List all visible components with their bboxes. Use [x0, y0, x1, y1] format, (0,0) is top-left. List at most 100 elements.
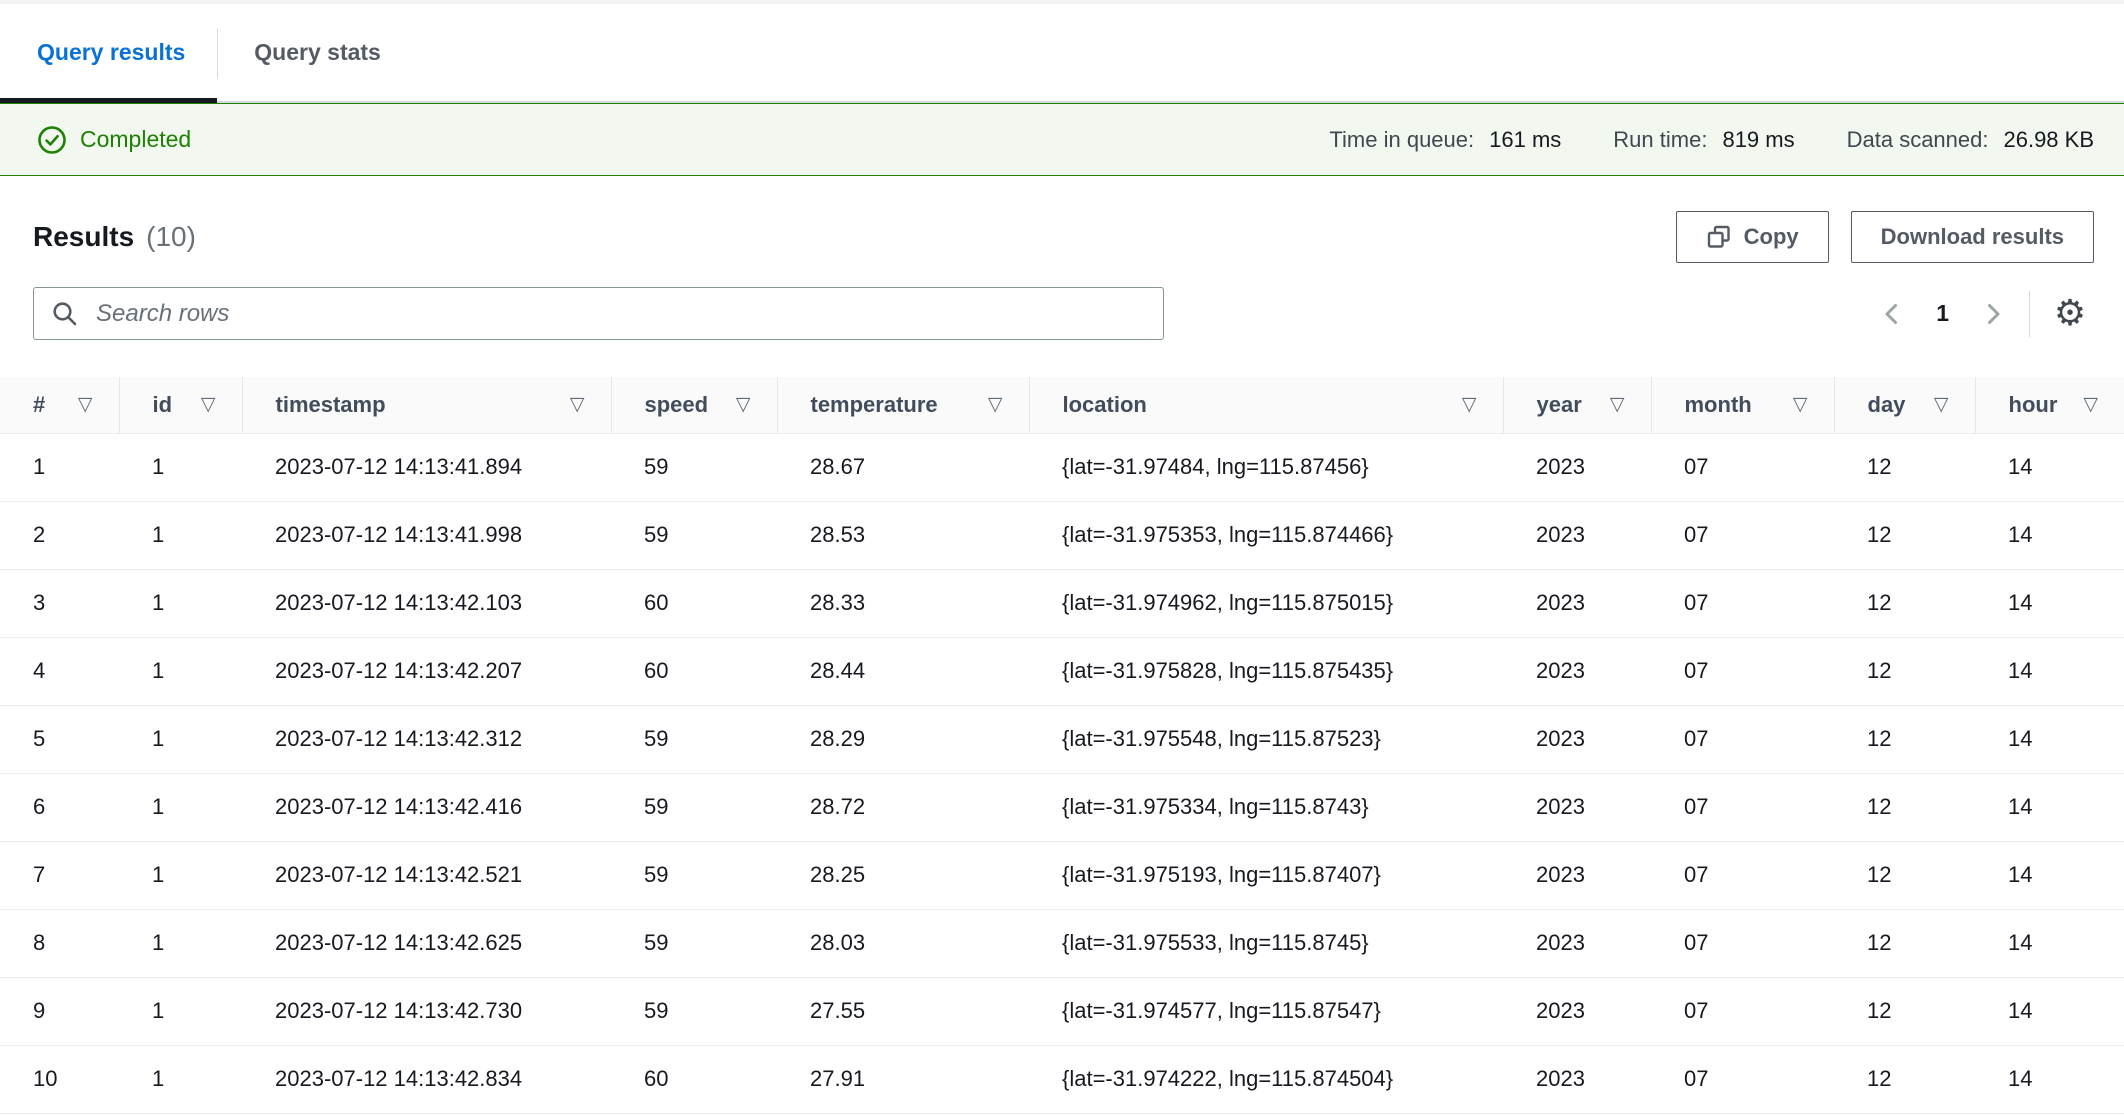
table-cell-year: 2023: [1503, 909, 1651, 977]
table-cell-hour: 14: [1975, 569, 2124, 637]
search-box: [33, 287, 1164, 340]
table-cell-day: 12: [1834, 773, 1975, 841]
status: Completed: [37, 125, 191, 155]
column-header-year[interactable]: year ▽: [1503, 377, 1651, 433]
tab-query-stats[interactable]: Query stats: [218, 4, 417, 101]
column-label: timestamp: [276, 392, 386, 418]
table-cell-temperature: 27.91: [777, 1045, 1029, 1113]
table-cell-day: 12: [1834, 1045, 1975, 1113]
table-cell-temperature: 28.25: [777, 841, 1029, 909]
table-row: 712023-07-12 14:13:42.5215928.25{lat=-31…: [0, 841, 2124, 909]
table-cell-timestamp: 2023-07-12 14:13:42.730: [242, 977, 611, 1045]
table-cell-id: 1: [119, 433, 242, 501]
column-header-day[interactable]: day ▽: [1834, 377, 1975, 433]
column-label: year: [1537, 392, 1582, 418]
column-header-temperature[interactable]: temperature ▽: [777, 377, 1029, 433]
table-cell-month: 07: [1651, 773, 1834, 841]
column-label: month: [1685, 392, 1752, 418]
filter-icon[interactable]: ▽: [1462, 395, 1477, 414]
column-header-id[interactable]: id▽: [119, 377, 242, 433]
table-cell-temperature: 28.29: [777, 705, 1029, 773]
table-cell-id: 1: [119, 1045, 242, 1113]
table-toolbar: 1 ⚙: [0, 287, 2124, 340]
download-results-label: Download results: [1881, 224, 2064, 250]
table-cell-day: 12: [1834, 705, 1975, 773]
table-cell-year: 2023: [1503, 433, 1651, 501]
table-cell-year: 2023: [1503, 841, 1651, 909]
table-cell-month: 07: [1651, 841, 1834, 909]
results-actions: Copy Download results: [1676, 211, 2094, 263]
gear-icon: ⚙: [2054, 296, 2086, 332]
table-cell-year: 2023: [1503, 773, 1651, 841]
table-cell-year: 2023: [1503, 977, 1651, 1045]
column-header-timestamp[interactable]: timestamp ▽: [242, 377, 611, 433]
table-cell-hour: 14: [1975, 637, 2124, 705]
table-cell-speed: 59: [611, 909, 777, 977]
metric-data-scanned: Data scanned: 26.98 KB: [1847, 127, 2094, 153]
table-cell-hour: 14: [1975, 977, 2124, 1045]
table-cell-hour: 14: [1975, 841, 2124, 909]
metric-label: Time in queue:: [1329, 127, 1474, 153]
copy-button[interactable]: Copy: [1676, 211, 1829, 263]
table-cell-day: 12: [1834, 841, 1975, 909]
table-cell-id: 1: [119, 909, 242, 977]
filter-icon[interactable]: ▽: [1793, 395, 1808, 414]
table-row: 112023-07-12 14:13:41.8945928.67{lat=-31…: [0, 433, 2124, 501]
table-cell-day: 12: [1834, 433, 1975, 501]
column-header-hour[interactable]: hour▽: [1975, 377, 2124, 433]
results-table: #▽id▽timestamp▽speed▽temperature▽locatio…: [0, 377, 2124, 1114]
table-row: 412023-07-12 14:13:42.2076028.44{lat=-31…: [0, 637, 2124, 705]
metric-time-in-queue: Time in queue: 161 ms: [1329, 127, 1561, 153]
table-row: 612023-07-12 14:13:42.4165928.72{lat=-31…: [0, 773, 2124, 841]
table-cell-timestamp: 2023-07-12 14:13:42.834: [242, 1045, 611, 1113]
column-header-speed[interactable]: speed▽: [611, 377, 777, 433]
filter-icon[interactable]: ▽: [2083, 395, 2098, 414]
filter-icon[interactable]: ▽: [78, 395, 93, 414]
table-cell-row-number: 10: [0, 1045, 119, 1113]
table-cell-id: 1: [119, 977, 242, 1045]
column-header-location[interactable]: location▽: [1029, 377, 1503, 433]
download-results-button[interactable]: Download results: [1851, 211, 2094, 263]
table-cell-hour: 14: [1975, 501, 2124, 569]
table-row: 312023-07-12 14:13:42.1036028.33{lat=-31…: [0, 569, 2124, 637]
column-label: temperature: [811, 392, 938, 418]
metric-value: 161 ms: [1489, 127, 1561, 153]
table-cell-row-number: 9: [0, 977, 119, 1045]
table-cell-timestamp: 2023-07-12 14:13:41.998: [242, 501, 611, 569]
table-cell-temperature: 28.44: [777, 637, 1029, 705]
filter-icon[interactable]: ▽: [201, 395, 216, 414]
table-row: 212023-07-12 14:13:41.9985928.53{lat=-31…: [0, 501, 2124, 569]
status-text: Completed: [80, 126, 191, 153]
metric-value: 819 ms: [1722, 127, 1794, 153]
table-cell-day: 12: [1834, 501, 1975, 569]
column-header-row-number[interactable]: #▽: [0, 377, 119, 433]
table-cell-timestamp: 2023-07-12 14:13:42.207: [242, 637, 611, 705]
tab-query-results[interactable]: Query results: [0, 4, 217, 101]
filter-icon[interactable]: ▽: [736, 395, 751, 414]
pagination: 1 ⚙: [1870, 290, 2094, 338]
search-input[interactable]: [33, 287, 1164, 340]
table-cell-speed: 59: [611, 501, 777, 569]
previous-page-button[interactable]: [1870, 292, 1914, 336]
table-cell-timestamp: 2023-07-12 14:13:41.894: [242, 433, 611, 501]
table-cell-speed: 60: [611, 569, 777, 637]
filter-icon[interactable]: ▽: [988, 395, 1003, 414]
column-label: day: [1868, 392, 1906, 418]
tab-bar: Query results Query stats: [0, 4, 2124, 103]
table-cell-speed: 59: [611, 977, 777, 1045]
filter-icon[interactable]: ▽: [1934, 395, 1949, 414]
column-header-month[interactable]: month ▽: [1651, 377, 1834, 433]
table-cell-row-number: 6: [0, 773, 119, 841]
table-cell-temperature: 28.33: [777, 569, 1029, 637]
metric-label: Run time:: [1613, 127, 1707, 153]
preferences-button[interactable]: ⚙: [2046, 290, 2094, 338]
table-cell-month: 07: [1651, 705, 1834, 773]
next-page-button[interactable]: [1971, 292, 2015, 336]
filter-icon[interactable]: ▽: [1610, 395, 1625, 414]
table-cell-timestamp: 2023-07-12 14:13:42.416: [242, 773, 611, 841]
table-cell-speed: 59: [611, 433, 777, 501]
copy-icon: [1706, 224, 1732, 250]
filter-icon[interactable]: ▽: [570, 395, 585, 414]
table-cell-location: {lat=-31.975533, lng=115.8745}: [1029, 909, 1503, 977]
table-cell-month: 07: [1651, 637, 1834, 705]
